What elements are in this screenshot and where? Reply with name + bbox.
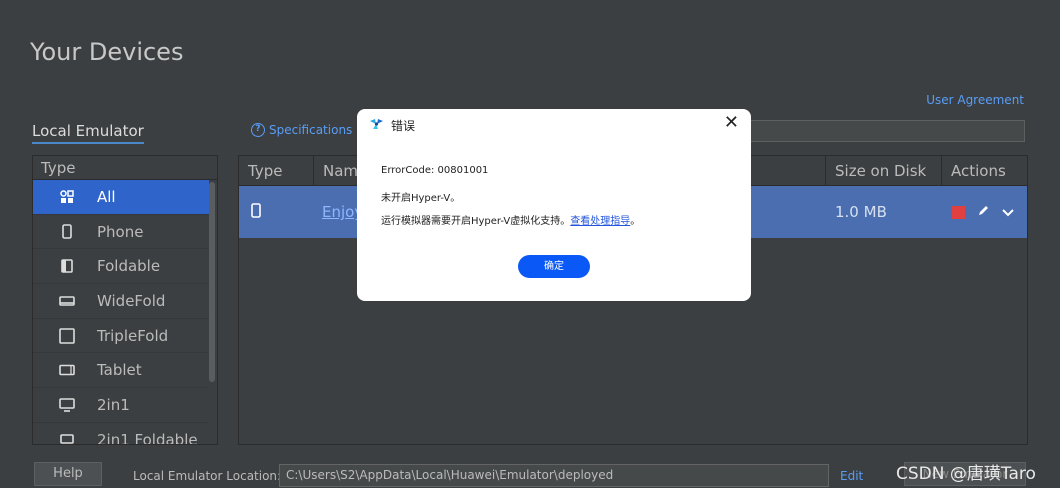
- error-detail: 运行模拟器需要开启Hyper-V虚拟化支持。查看处理指导。: [381, 212, 640, 227]
- error-message: 未开启Hyper-V。: [381, 193, 461, 204]
- dialog-title: 错误: [391, 119, 416, 133]
- error-dialog: 错误 ✕ ErrorCode: 00801001 未开启Hyper-V。 运行模…: [357, 109, 751, 301]
- guide-link[interactable]: 查看处理指导: [570, 216, 630, 227]
- dialog-title-bar: 错误: [369, 117, 415, 134]
- deveco-logo-icon: [369, 117, 384, 134]
- guide-link-suffix: 。: [630, 216, 641, 227]
- ok-button[interactable]: 确定: [518, 255, 590, 278]
- error-detail-text: 运行模拟器需要开启Hyper-V虚拟化支持。: [381, 216, 571, 227]
- error-code: ErrorCode: 00801001: [381, 165, 489, 176]
- close-icon[interactable]: ✕: [724, 114, 739, 132]
- dialog-overlay: 错误 ✕ ErrorCode: 00801001 未开启Hyper-V。 运行模…: [0, 0, 1060, 488]
